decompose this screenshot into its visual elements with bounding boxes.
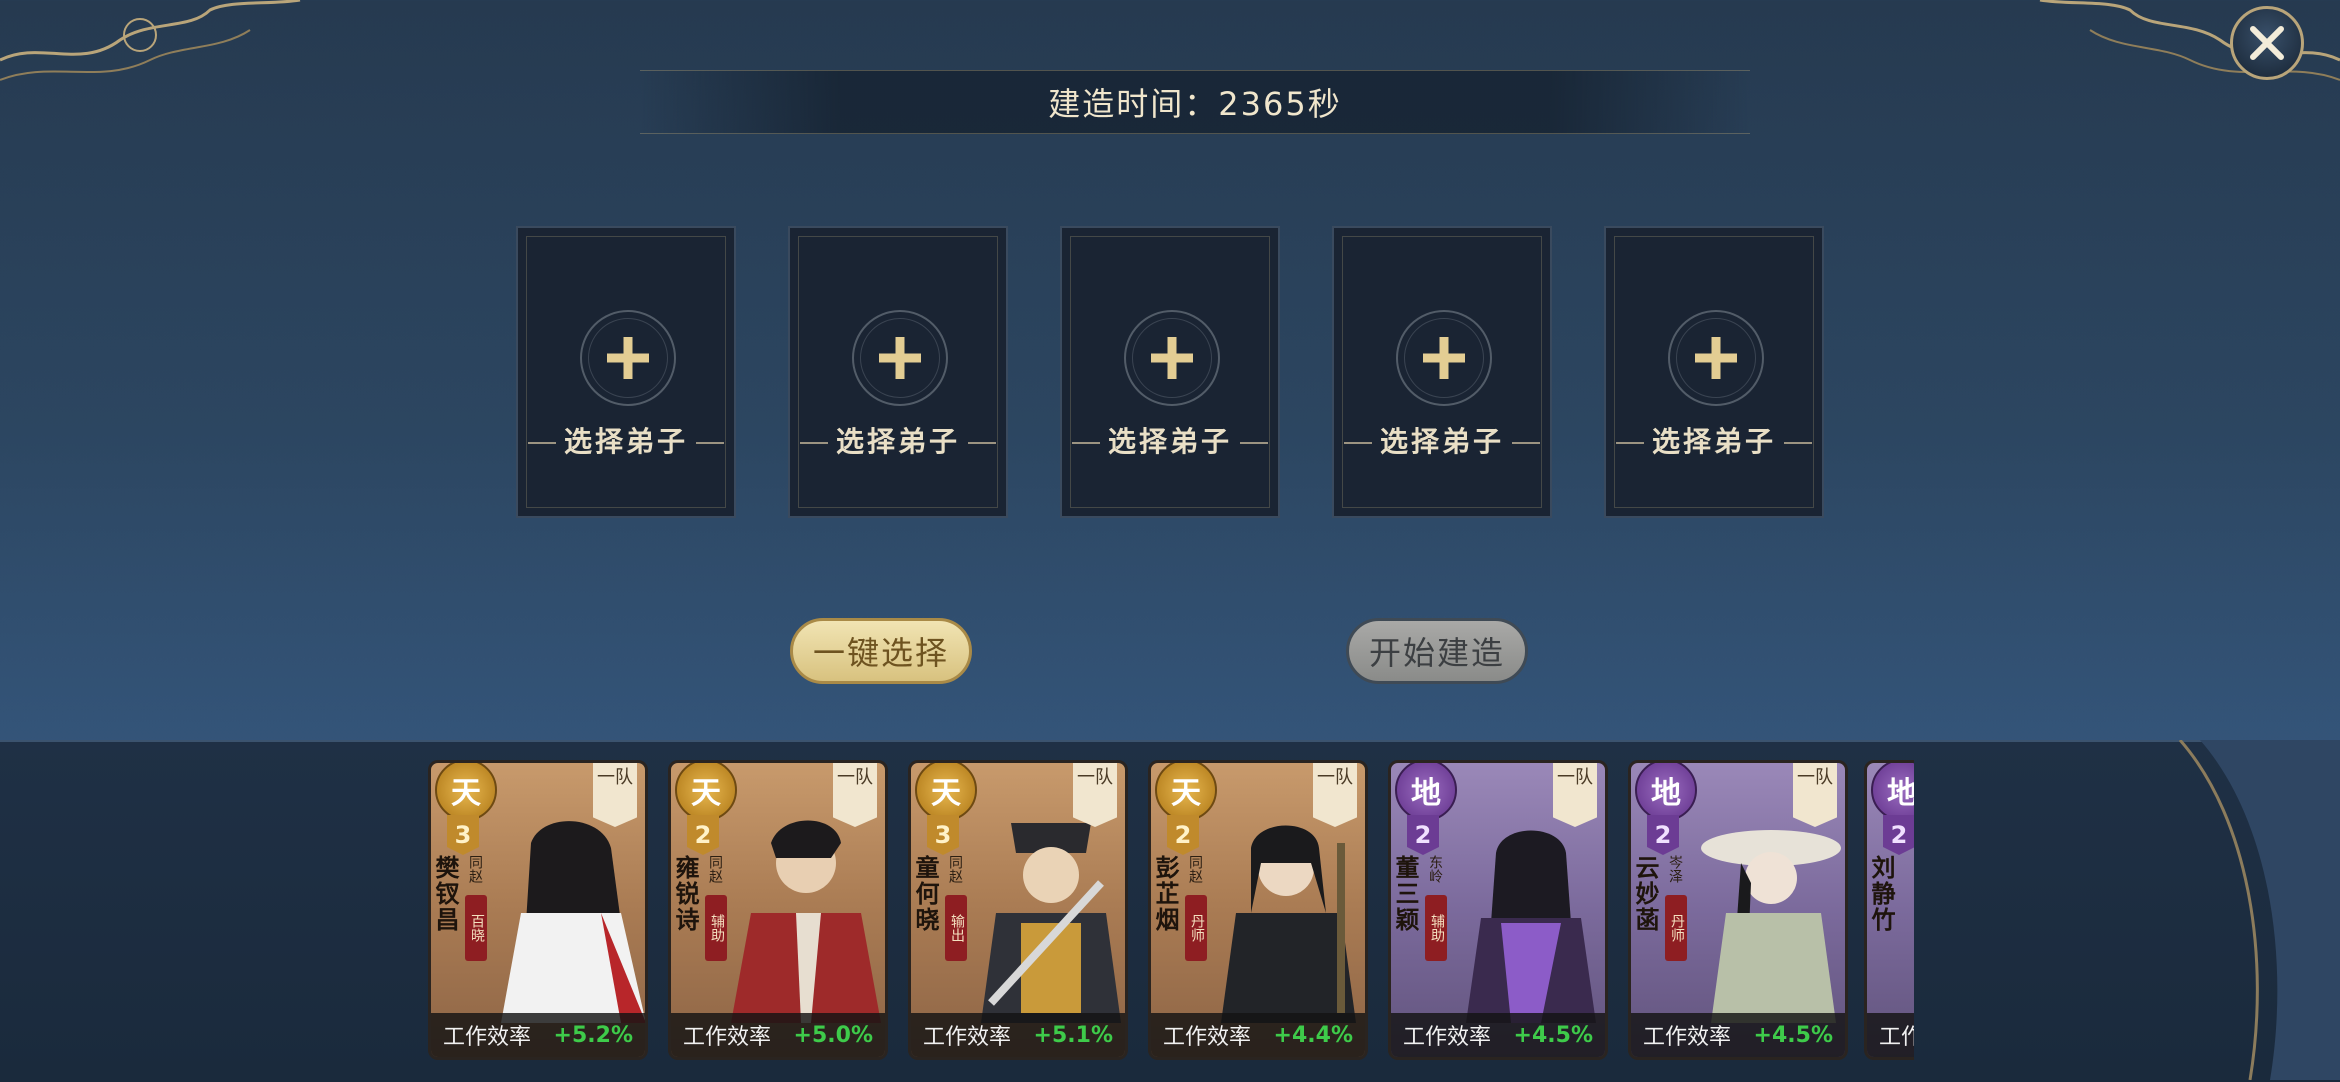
disciple-portrait: [501, 821, 645, 1023]
efficiency-bar: 工作效率 +4.5%: [1391, 1013, 1605, 1057]
role-tag: 辅助: [1425, 895, 1447, 961]
plus-icon: [1151, 337, 1193, 379]
disciple-card[interactable]: 天 3 一队 童何晓 同赵 输出 工作效率 +5.1%: [908, 760, 1128, 1060]
disciple-slot-2[interactable]: 选择弟子: [788, 226, 1008, 518]
efficiency-value: +4.5%: [1513, 1022, 1593, 1048]
star-level: 3: [447, 815, 479, 855]
plus-icon: [607, 337, 649, 379]
cloud-ornament-left: [0, 0, 301, 81]
rank-badge: 天: [1155, 763, 1217, 821]
tray-scroll-arc: [2178, 740, 2340, 1080]
plus-icon: [1695, 337, 1737, 379]
star-level: 2: [1167, 815, 1199, 855]
disciple-card[interactable]: 天 2 一队 彭芷烟 同赵 丹师 工作效率 +4.4%: [1148, 760, 1368, 1060]
disciple-portrait: [1466, 830, 1596, 1023]
efficiency-label: 工作效率: [1643, 1025, 1732, 1050]
efficiency-value: +5.0%: [793, 1022, 873, 1048]
team-tag: 一队: [1313, 763, 1357, 827]
rank-badge: 地: [1395, 763, 1457, 821]
disciple-slot-5[interactable]: 选择弟子: [1604, 226, 1824, 518]
rank-badge: 地: [1871, 763, 1914, 821]
disciple-name: 童何晓: [911, 855, 939, 933]
efficiency-bar: 工作效率 +5.2%: [431, 1013, 645, 1057]
star-level: 2: [1883, 815, 1914, 855]
efficiency-bar: 工作效率: [1867, 1013, 1914, 1057]
disciple-slot-1[interactable]: 选择弟子: [516, 226, 736, 518]
disciple-sect: 同赵: [1187, 855, 1203, 883]
close-icon: [2250, 26, 2284, 60]
efficiency-value: +4.4%: [1273, 1022, 1353, 1048]
slot-label: 选择弟子: [790, 420, 1006, 460]
disciple-name: 樊钗昌: [431, 855, 459, 933]
disciple-name: 刘静竹: [1867, 855, 1895, 933]
efficiency-value: +5.2%: [553, 1022, 633, 1048]
start-build-button[interactable]: 开始建造: [1346, 618, 1528, 684]
plus-icon: [879, 337, 921, 379]
efficiency-label: 工作效率: [443, 1025, 532, 1050]
efficiency-label: 工作效率: [1163, 1025, 1252, 1050]
efficiency-bar: 工作效率 +4.5%: [1631, 1013, 1845, 1057]
rank-badge: 天: [675, 763, 737, 821]
efficiency-label: 工作效率: [683, 1025, 772, 1050]
rank-badge: 天: [915, 763, 977, 821]
disciple-name: 云妙菡: [1631, 855, 1659, 933]
role-tag: 丹师: [1185, 895, 1207, 961]
efficiency-bar: 工作效率 +4.4%: [1151, 1013, 1365, 1057]
role-tag: 百晓: [465, 895, 487, 961]
disciple-sect: 岑泽: [1667, 855, 1683, 883]
team-tag: 一队: [833, 763, 877, 827]
efficiency-bar: 工作效率 +5.0%: [671, 1013, 885, 1057]
efficiency-label: 工作效率: [1879, 1025, 1914, 1050]
disciple-sect: 同赵: [467, 855, 483, 883]
role-tag: 辅助: [705, 895, 727, 961]
role-tag: 丹师: [1665, 895, 1687, 961]
disciple-name: 董三颖: [1391, 855, 1419, 933]
efficiency-value: +4.5%: [1753, 1022, 1833, 1048]
disciple-slot-4[interactable]: 选择弟子: [1332, 226, 1552, 518]
team-tag: 一队: [1793, 763, 1837, 827]
efficiency-label: 工作效率: [923, 1025, 1012, 1050]
disciple-card[interactable]: 地 2 刘静竹 工作效率: [1864, 760, 1914, 1060]
star-level: 3: [927, 815, 959, 855]
efficiency-value: +5.1%: [1033, 1022, 1113, 1048]
efficiency-label: 工作效率: [1403, 1025, 1492, 1050]
disciple-sect: 同赵: [947, 855, 963, 883]
star-level: 2: [1647, 815, 1679, 855]
close-button[interactable]: [2230, 6, 2304, 80]
disciple-portrait: [731, 820, 881, 1023]
star-level: 2: [1407, 815, 1439, 855]
role-tag: 输出: [945, 895, 967, 961]
team-tag: 一队: [1073, 763, 1117, 827]
disciple-slot-3[interactable]: 选择弟子: [1060, 226, 1280, 518]
disciple-sect: 东岭: [1427, 855, 1443, 883]
slot-label: 选择弟子: [1334, 420, 1550, 460]
efficiency-bar: 工作效率 +5.1%: [911, 1013, 1125, 1057]
disciple-portrait: [1701, 830, 1841, 1023]
disciple-card[interactable]: 地 2 一队 董三颖 东岭 辅助 工作效率 +4.5%: [1388, 760, 1608, 1060]
disciple-card[interactable]: 天 3 一队 樊钗昌 同赵 百晓 工作效率 +5.2%: [428, 760, 648, 1060]
plus-icon: [1423, 337, 1465, 379]
slot-label: 选择弟子: [518, 420, 734, 460]
disciple-card[interactable]: 地 2 一队 云妙菡 岑泽 丹师 工作效率 +4.5%: [1628, 760, 1848, 1060]
slot-label: 选择弟子: [1606, 420, 1822, 460]
disciple-name: 雍锐诗: [671, 855, 699, 933]
card-clip: 地 2 刘静竹 工作效率: [1864, 740, 1914, 1080]
disciple-card[interactable]: 天 2 一队 雍锐诗 同赵 辅助 工作效率 +5.0%: [668, 760, 888, 1060]
rank-badge: 天: [435, 763, 497, 821]
disciple-sect: 同赵: [707, 855, 723, 883]
star-level: 2: [687, 815, 719, 855]
team-tag: 一队: [593, 763, 637, 827]
disciple-portrait: [1221, 825, 1356, 1023]
disciple-name: 彭芷烟: [1151, 855, 1179, 933]
team-tag: 一队: [1553, 763, 1597, 827]
rank-badge: 地: [1635, 763, 1697, 821]
disciple-portrait: [981, 823, 1121, 1023]
build-time-label: 建造时间：2365秒: [640, 70, 1750, 134]
slot-label: 选择弟子: [1062, 420, 1278, 460]
auto-select-button[interactable]: 一键选择: [790, 618, 972, 684]
